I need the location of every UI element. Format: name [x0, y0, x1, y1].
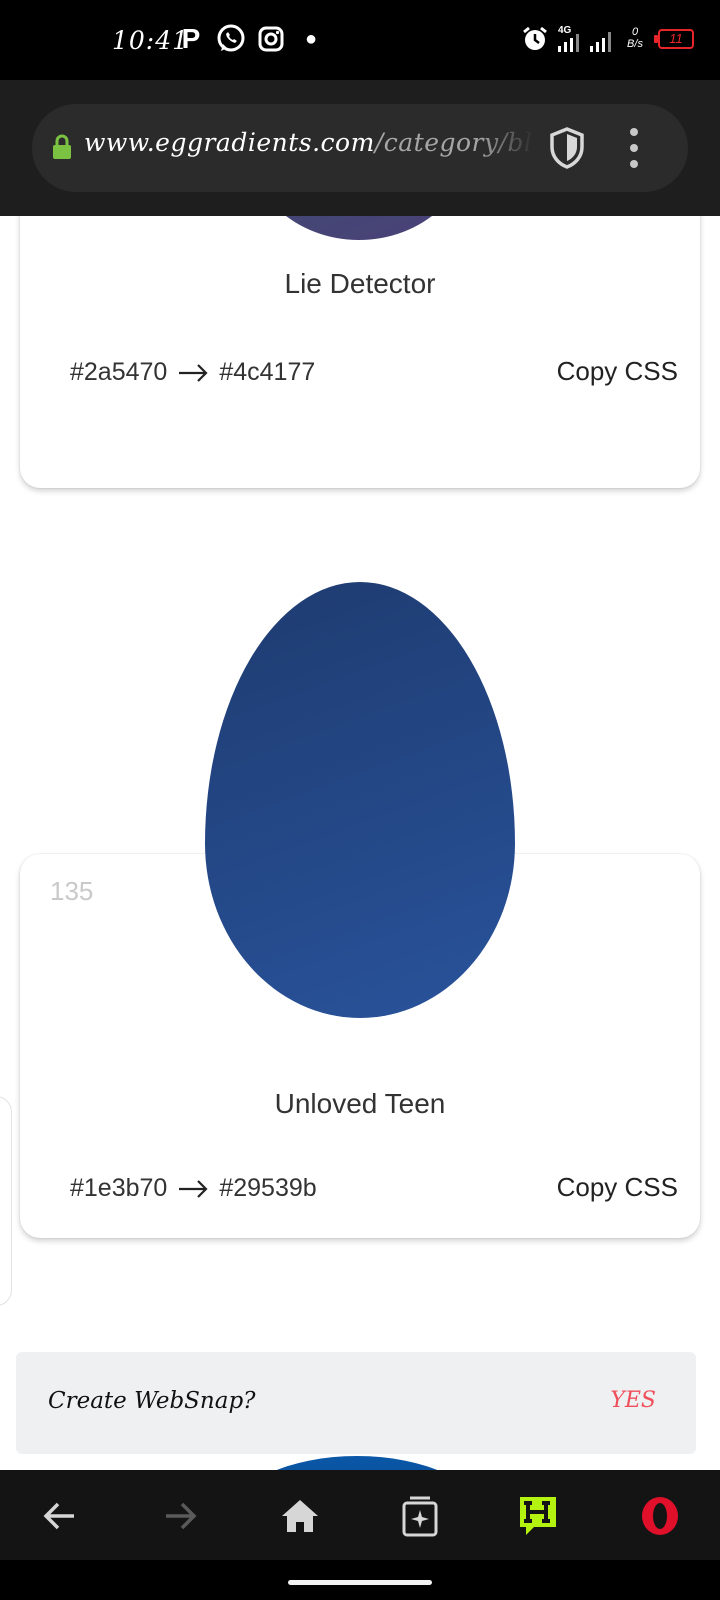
color-from: #1e3b70	[70, 1174, 168, 1202]
alarm-icon	[520, 22, 550, 56]
hype-button[interactable]	[510, 1488, 566, 1544]
forward-button[interactable]	[152, 1488, 208, 1544]
gradient-title: Unloved Teen	[274, 1088, 446, 1119]
tabs-button[interactable]	[392, 1488, 448, 1544]
arrow-right-icon	[179, 1179, 208, 1198]
gradient-card: Lie Detector #2a5470 #4c4177 Copy CSS	[20, 216, 700, 488]
tabs-icon	[402, 1496, 438, 1537]
browser-toolbar: www.eggradients.com/category/black-	[0, 80, 720, 216]
color-from: #2a5470	[70, 358, 168, 386]
url-text[interactable]: www.eggradients.com/category/black-	[84, 128, 534, 168]
more-options-icon[interactable]	[624, 128, 644, 168]
back-icon	[43, 1502, 74, 1530]
forward-icon	[166, 1502, 197, 1530]
egg-gradient-preview[interactable]	[205, 582, 515, 1018]
more-dot-icon: ●	[304, 27, 318, 50]
status-bar: 10:41 P ● 4G 0 B/s 11	[0, 0, 720, 80]
home-gesture-bar[interactable]	[288, 1580, 432, 1585]
battery-indicator: 11	[654, 29, 694, 49]
color-to: #4c4177	[219, 358, 316, 386]
hype-icon	[520, 1497, 556, 1535]
page-content: Lie Detector #2a5470 #4c4177 Copy CSS 13…	[0, 216, 720, 1470]
speed-value: 0	[631, 26, 639, 38]
opera-icon	[642, 1497, 678, 1535]
url-path: /category/black-	[374, 128, 534, 157]
websnap-prompt: Create WebSnap? YES	[16, 1352, 696, 1454]
websnap-yes-button[interactable]: YES	[610, 1388, 656, 1413]
color-stops: #1e3b70 #29539b	[70, 1174, 317, 1203]
signal-icon: 4G	[556, 22, 618, 56]
whatsapp-icon	[214, 22, 248, 56]
gesture-area	[0, 1560, 720, 1600]
color-to: #29539b	[219, 1174, 317, 1202]
instagram-icon	[256, 22, 286, 56]
websnap-question: Create WebSnap?	[48, 1388, 256, 1414]
egg-gradient-preview[interactable]	[232, 1456, 482, 1470]
gradient-title: Lie Detector	[284, 268, 436, 299]
side-drawer-handle[interactable]	[0, 1096, 12, 1306]
network-speed: 0 B/s	[622, 26, 648, 50]
color-stops: #2a5470 #4c4177	[70, 358, 315, 387]
card-number: 135	[50, 876, 94, 906]
url-domain: www.eggradients.com	[84, 128, 375, 157]
home-icon	[282, 1500, 318, 1532]
copy-css-button[interactable]: Copy CSS	[557, 356, 678, 387]
p-icon: P	[181, 23, 201, 54]
lock-icon[interactable]	[52, 134, 72, 165]
network-type: 4G	[558, 25, 572, 36]
browser-bottom-nav	[0, 1470, 720, 1560]
shield-icon[interactable]	[548, 126, 586, 175]
back-button[interactable]	[32, 1488, 88, 1544]
copy-css-button[interactable]: Copy CSS	[557, 1172, 678, 1203]
speed-unit: B/s	[627, 38, 643, 50]
arrow-right-icon	[179, 363, 208, 382]
home-button[interactable]	[272, 1488, 328, 1544]
opera-menu-button[interactable]	[632, 1488, 688, 1544]
